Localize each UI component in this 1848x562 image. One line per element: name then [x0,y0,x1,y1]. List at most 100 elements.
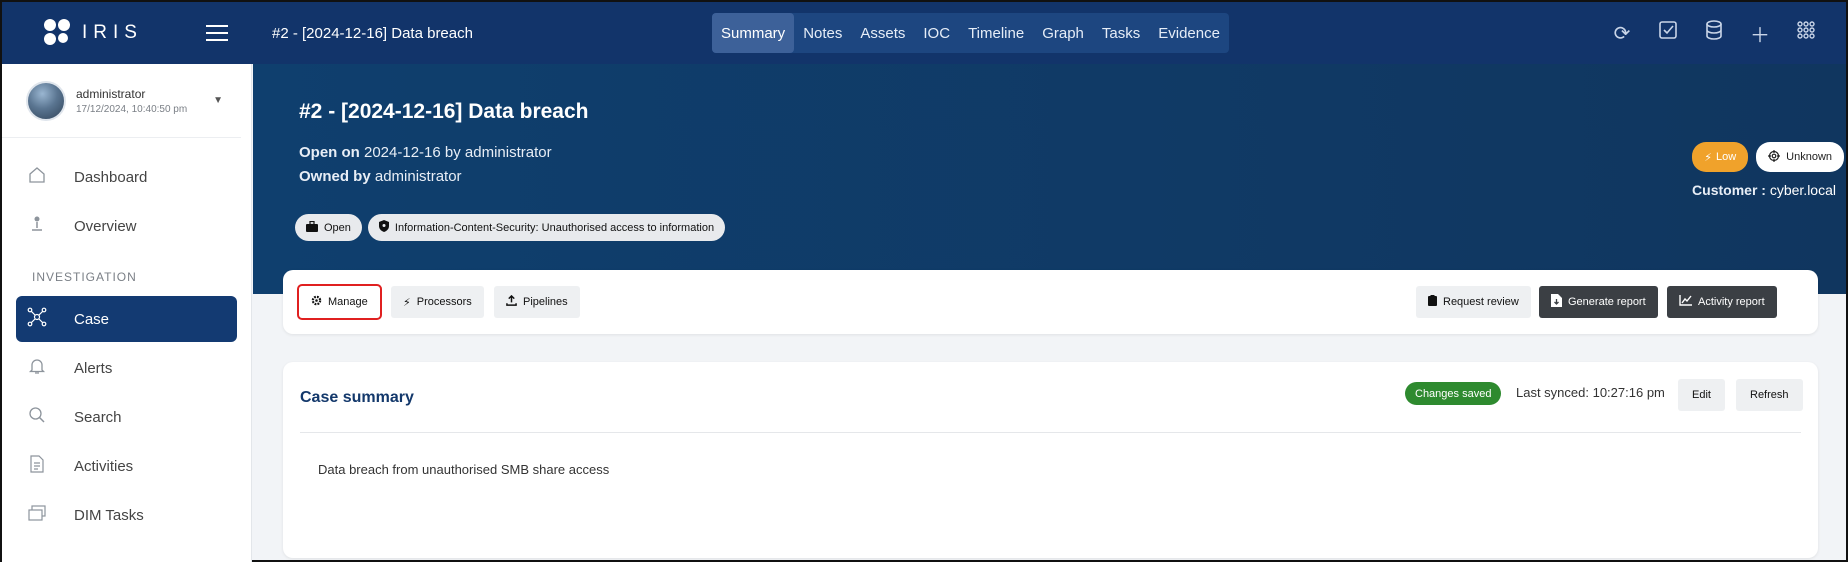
upload-icon [506,294,517,309]
person-pin-icon [26,215,48,238]
briefcase-icon [306,220,318,235]
caret-down-icon[interactable]: ▼ [213,95,223,106]
severity-label: Low [1715,151,1737,163]
case-summary-card: Case summary Changes saved Last synced: … [283,362,1818,558]
user-panel[interactable]: administrator 17/12/2024, 10:40:50 pm ▼ [2,64,241,138]
avatar [26,80,66,121]
case-tags: Open Information-Content-Security: Unaut… [295,214,726,241]
refresh-icon[interactable]: ⟳ [1612,21,1632,46]
sidebar: administrator 17/12/2024, 10:40:50 pm ▼ … [2,64,252,562]
tab-tasks[interactable]: Tasks [1093,13,1149,53]
refresh-button[interactable]: Refresh [1736,379,1803,411]
top-navbar: IRIS #2 - [2024-12-16] Data breach Summa… [2,2,1846,64]
sidebar-item-dashboard[interactable]: Dashboard [16,154,237,200]
classification-chip-label: Information-Content-Security: Unauthoris… [394,221,715,234]
case-toolbar: Manage ⚡ Processors Pipelines Request re… [283,270,1818,334]
sidebar-item-alerts[interactable]: Alerts [16,345,237,391]
generate-report-button[interactable]: Generate report [1539,286,1658,318]
bell-icon [26,357,48,380]
sidebar-item-dim-tasks[interactable]: DIM Tasks [16,492,237,538]
sidebar-item-label: Search [74,408,122,426]
tab-ioc[interactable]: IOC [914,13,959,53]
sidebar-item-label: Case [74,310,110,328]
status-chip-label: Open [324,221,351,234]
user-timestamp: 17/12/2024, 10:40:50 pm [76,103,188,115]
case-tabs: Summary Notes Assets IOC Timeline Graph … [712,13,1229,53]
request-review-label: Request review [1443,296,1519,308]
case-summary-title: Case summary [300,389,414,406]
sidebar-item-label: Activities [74,457,134,475]
target-icon [1768,149,1781,165]
case-header: #2 - [2024-12-16] Data breach Open on 20… [253,64,1846,294]
graph-nodes-icon [26,307,48,332]
chart-line-icon [1679,295,1692,309]
top-actions: ⟳ ＋ [1612,2,1816,64]
activity-report-label: Activity report [1698,296,1765,308]
customer-line: Customer : cyber.local [1644,182,1844,198]
sidebar-item-activities[interactable]: Activities [16,443,237,489]
windows-icon [26,504,48,526]
sidebar-item-label: DIM Tasks [74,506,144,524]
status-chip[interactable]: Open [295,214,362,241]
tab-timeline[interactable]: Timeline [959,13,1033,53]
open-on-value: 2024-12-16 by administrator [364,144,552,161]
shield-icon [378,220,389,235]
generate-report-label: Generate report [1568,296,1646,308]
page-title: #2 - [2024-12-16] Data breach [299,100,589,123]
sidebar-item-case[interactable]: Case [16,296,237,342]
sidebar-item-label: Dashboard [74,168,148,186]
bolt-icon: ⚡ [403,296,411,309]
tab-assets[interactable]: Assets [851,13,914,53]
checkbox-icon[interactable] [1658,21,1678,45]
apps-grid-icon[interactable] [1796,21,1816,45]
bolt-icon: ⚡ [1704,151,1712,164]
sidebar-item-label: Overview [74,217,137,235]
owned-by-line: Owned by administrator [299,168,462,185]
file-download-icon [1551,294,1562,310]
clipboard-icon [1428,295,1437,309]
request-review-button[interactable]: Request review [1416,286,1531,318]
document-icon [26,454,48,478]
sidebar-item-label: Alerts [74,359,113,377]
section-investigation: INVESTIGATION [32,270,137,284]
brand-name: IRIS [82,22,143,43]
tab-notes[interactable]: Notes [794,13,851,53]
top-case-title: #2 - [2024-12-16] Data breach [272,24,473,42]
divider [300,432,1801,433]
processors-button-label: Processors [416,296,472,308]
gear-icon [311,295,322,309]
owned-by-value: administrator [374,168,462,185]
pipelines-button[interactable]: Pipelines [494,286,580,318]
manage-button-label: Manage [328,296,368,308]
tab-evidence[interactable]: Evidence [1149,13,1229,53]
edit-button[interactable]: Edit [1678,379,1725,411]
sidebar-item-overview[interactable]: Overview [16,203,237,249]
customer-label: Customer : [1692,182,1766,198]
case-summary-text: Data breach from unauthorised SMB share … [318,462,610,477]
processors-button[interactable]: ⚡ Processors [391,286,484,318]
classification-chip[interactable]: Information-Content-Security: Unauthoris… [367,214,726,241]
user-name: administrator [76,86,146,101]
manage-button[interactable]: Manage [297,284,382,320]
open-on-line: Open on 2024-12-16 by administrator [299,144,552,161]
activity-report-button[interactable]: Activity report [1667,286,1777,318]
status-badge: Changes saved [1405,382,1502,405]
customer-value: cyber.local [1769,182,1836,198]
home-icon [26,166,48,189]
owned-by-label: Owned by [299,168,371,185]
search-icon [26,406,48,429]
severity-badge[interactable]: ⚡ Low [1692,142,1749,172]
outcome-label: Unknown [1786,151,1832,163]
tab-graph[interactable]: Graph [1033,13,1093,53]
tab-summary[interactable]: Summary [712,13,795,53]
menu-toggle-icon[interactable] [206,20,228,46]
pipelines-button-label: Pipelines [523,296,568,308]
outcome-badge[interactable]: Unknown [1756,142,1844,172]
sidebar-item-search[interactable]: Search [16,394,237,440]
iris-logo-icon [44,19,72,47]
plus-icon[interactable]: ＋ [1750,19,1770,48]
case-meta: ⚡ Low Unknown Customer : cyber.local [1644,142,1844,198]
database-icon[interactable] [1704,20,1724,46]
last-synced: Last synced: 10:27:16 pm [1516,385,1665,400]
open-on-label: Open on [299,144,360,161]
